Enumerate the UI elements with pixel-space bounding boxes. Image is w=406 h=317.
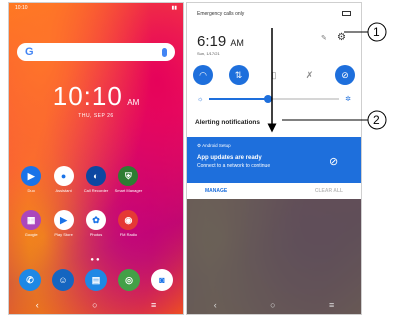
callout-2-number: 2 bbox=[373, 113, 380, 127]
callout-1-number: 1 bbox=[373, 25, 380, 39]
callout-annotations bbox=[267, 22, 387, 133]
